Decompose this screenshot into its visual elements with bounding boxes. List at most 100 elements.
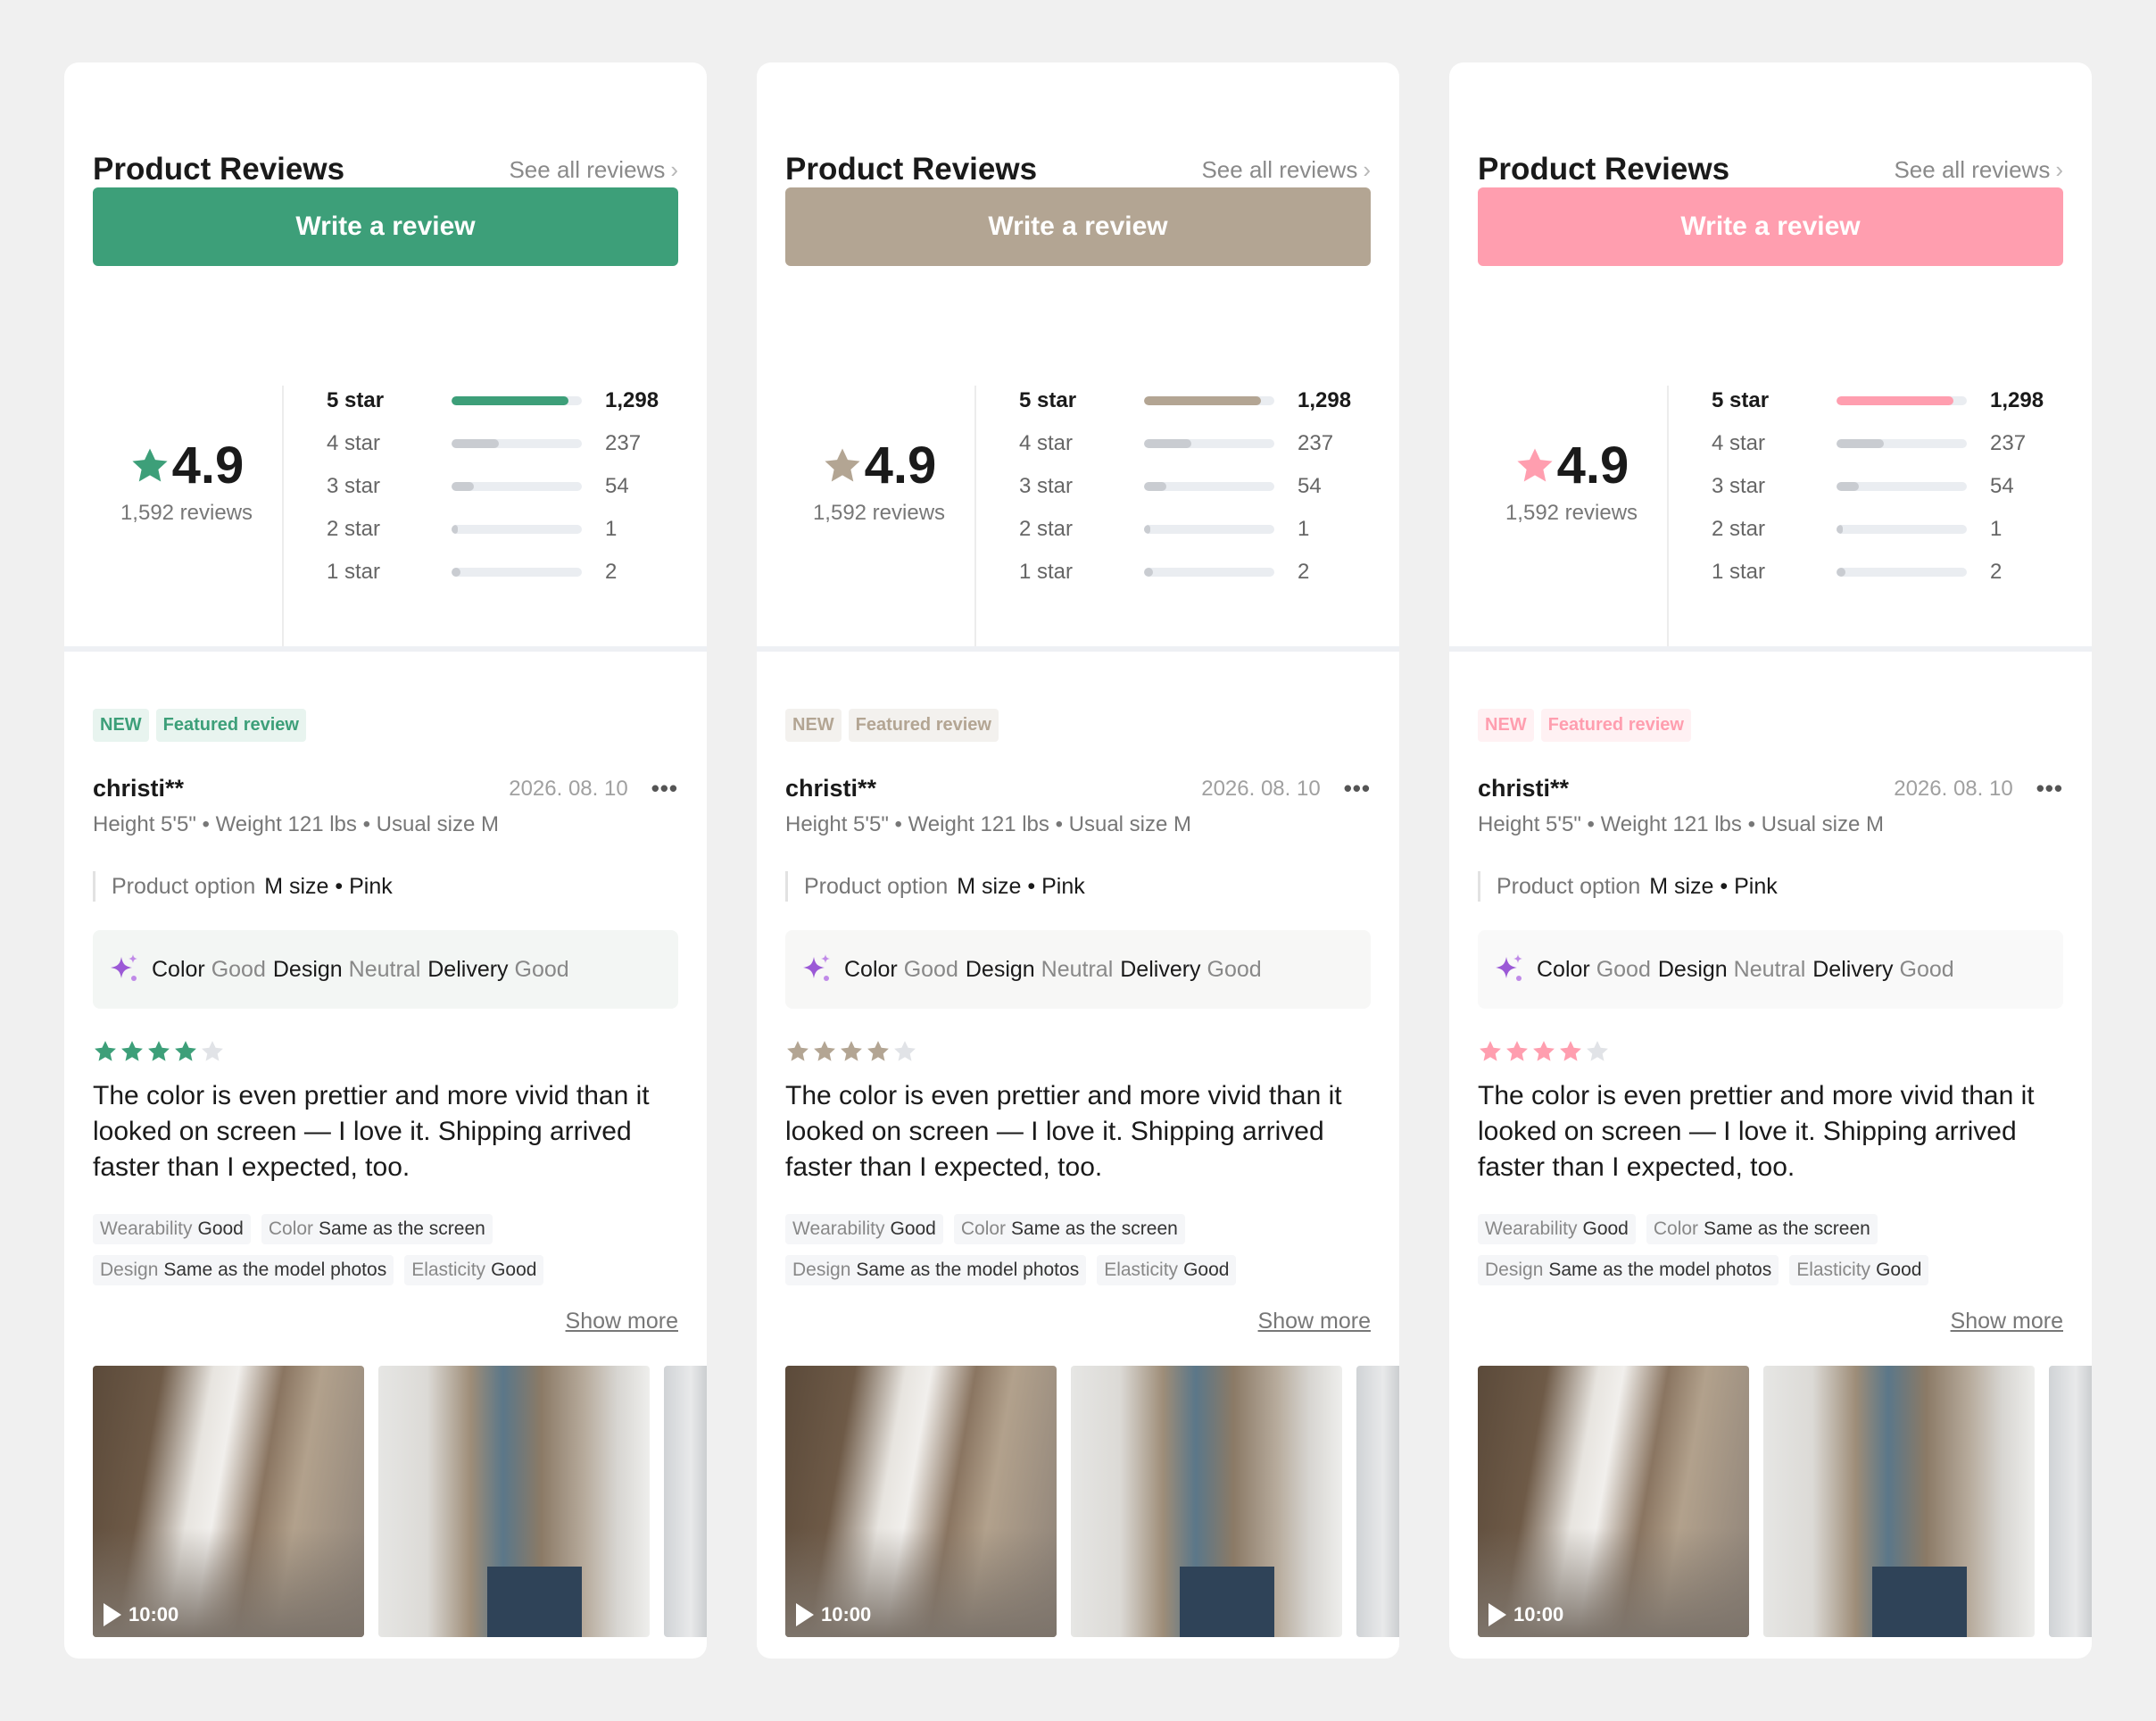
star-filled-icon [95,1041,116,1061]
rating-row-4-star: 4 star 237 [1019,422,1376,465]
review-photo[interactable] [378,1366,650,1637]
review-photos: 10:00 [785,1366,1399,1637]
rating-bar-fill [452,568,461,577]
star-filled-icon [814,1041,835,1061]
product-option-label: Product option [804,873,949,899]
card-header: Product Reviews See all reviews › [93,152,678,187]
ai-summary-value: Good [211,956,266,982]
rating-row-count: 2 [1990,560,2003,584]
review-tag: Design Same as the model photos [93,1255,394,1285]
rating-bar [1837,525,1967,534]
rating-row-5-star: 5 star 1,298 [327,379,684,422]
rating-bar [1144,396,1274,405]
review-photo[interactable] [1763,1366,2035,1637]
review-photo-partial[interactable] [1356,1366,1399,1637]
product-option-label: Product option [1497,873,1641,899]
rating-row-5-star: 5 star 1,298 [1019,379,1376,422]
video-duration-label: 10:00 [129,1603,179,1625]
write-review-button[interactable]: Write a review [1478,187,2063,266]
review-tag: Elasticity Good [1097,1255,1237,1285]
review-photo-partial[interactable] [664,1366,707,1637]
review-tag-key: Design [1485,1260,1544,1280]
product-option-value: M size • Pink [1649,873,1778,899]
rating-bar-fill [1837,568,1846,577]
see-all-reviews-link[interactable]: See all reviews › [1201,156,1371,184]
rating-bar [1837,568,1967,577]
show-more-link[interactable]: Show more [1951,1309,2063,1334]
review-tag-key: Design [792,1260,851,1280]
see-all-reviews-link[interactable]: See all reviews › [1894,156,2063,184]
review-photos: 10:00 [93,1366,707,1637]
more-options-icon[interactable]: ••• [2036,775,2063,802]
rating-row-count: 1,298 [1298,388,1352,412]
rating-row-label: 1 star [327,560,381,584]
chevron-right-icon: › [2055,155,2063,183]
rating-row-2-star: 2 star 1 [1712,508,2069,551]
review-tag-key: Elasticity [411,1260,486,1280]
review-card-green: Product Reviews See all reviews › Write … [64,62,707,1659]
video-duration-label: 10:00 [1513,1603,1564,1625]
rating-bar [1144,439,1274,448]
show-more-link[interactable]: Show more [1258,1309,1371,1334]
review-tag-key: Wearability [792,1218,885,1239]
star-filled-icon [787,1041,808,1061]
ai-summary-key: Design [965,956,1035,982]
ai-summary-key: Design [1657,956,1728,982]
review-video-thumbnail[interactable]: 10:00 [93,1366,364,1637]
reviewer-name: christi** [785,775,877,802]
see-all-label: See all reviews [1201,155,1358,183]
rating-bar [452,482,582,491]
ai-summary-item: Delivery Good [1120,957,1261,982]
rating-bar-fill [1144,568,1154,577]
reviewer-name: christi** [1478,775,1570,802]
review-tag: Elasticity Good [1789,1255,1929,1285]
ai-summary-key: Delivery [427,956,509,982]
rating-row-3-star: 3 star 54 [1712,465,2069,508]
rating-row-label: 1 star [1019,560,1074,584]
rating-row-label: 4 star [327,431,381,455]
see-all-reviews-link[interactable]: See all reviews › [509,156,678,184]
rating-row-2-star: 2 star 1 [1019,508,1376,551]
ai-summary-box: Color Good Design Neutral Delivery Good [1478,930,2063,1009]
write-review-button[interactable]: Write a review [785,187,1371,266]
show-more-link[interactable]: Show more [566,1309,678,1334]
review-video-thumbnail[interactable]: 10:00 [1478,1366,1749,1637]
star-filled-icon [1560,1041,1581,1061]
review-tag: Wearability Good [1478,1214,1636,1244]
rating-row-label: 3 star [327,474,381,498]
ai-summary-item: Delivery Good [1812,957,1953,982]
rating-bar-fill [1144,525,1151,534]
page-title: Product Reviews [93,152,345,187]
write-review-button[interactable]: Write a review [93,187,678,266]
average-score: 4.9 [171,436,245,495]
ai-summary-key: Color [1537,956,1590,982]
ai-summary-key: Delivery [1120,956,1201,982]
star-empty-icon [1587,1041,1608,1061]
star-icon [825,447,860,481]
more-options-icon[interactable]: ••• [651,775,678,802]
rating-row-4-star: 4 star 237 [1712,422,2069,465]
review-photo[interactable] [1071,1366,1342,1637]
rating-row-count: 1 [1298,517,1310,541]
rating-distribution: 5 star 1,298 4 star 237 3 star 54 2 star 1 1 sta… [327,379,684,594]
ai-summary-value: Good [1899,956,1954,982]
review-tag: Design Same as the model photos [1478,1255,1779,1285]
ai-summary-key: Color [844,956,898,982]
ai-summary-item: Color Good [1537,957,1651,982]
review-photo-partial[interactable] [2049,1366,2092,1637]
ai-summary-items: Color Good Design Neutral Delivery Good [152,957,576,983]
ai-summary-key: Color [152,956,205,982]
review-date: 2026. 08. 10 [509,776,628,801]
rating-bar-fill [452,525,459,534]
rating-row-label: 1 star [1712,560,1766,584]
review-badges: NEW Featured review [785,709,999,742]
review-video-thumbnail[interactable]: 10:00 [785,1366,1057,1637]
featured-badge: Featured review [155,709,306,742]
star-filled-icon [841,1041,862,1061]
rating-distribution: 5 star 1,298 4 star 237 3 star 54 2 star 1 1 sta… [1019,379,1376,594]
review-tag: Wearability Good [93,1214,251,1244]
ai-summary-item: Color Good [152,957,266,982]
new-badge: NEW [93,709,149,742]
more-options-icon[interactable]: ••• [1344,775,1371,802]
rating-bar [1837,482,1967,491]
